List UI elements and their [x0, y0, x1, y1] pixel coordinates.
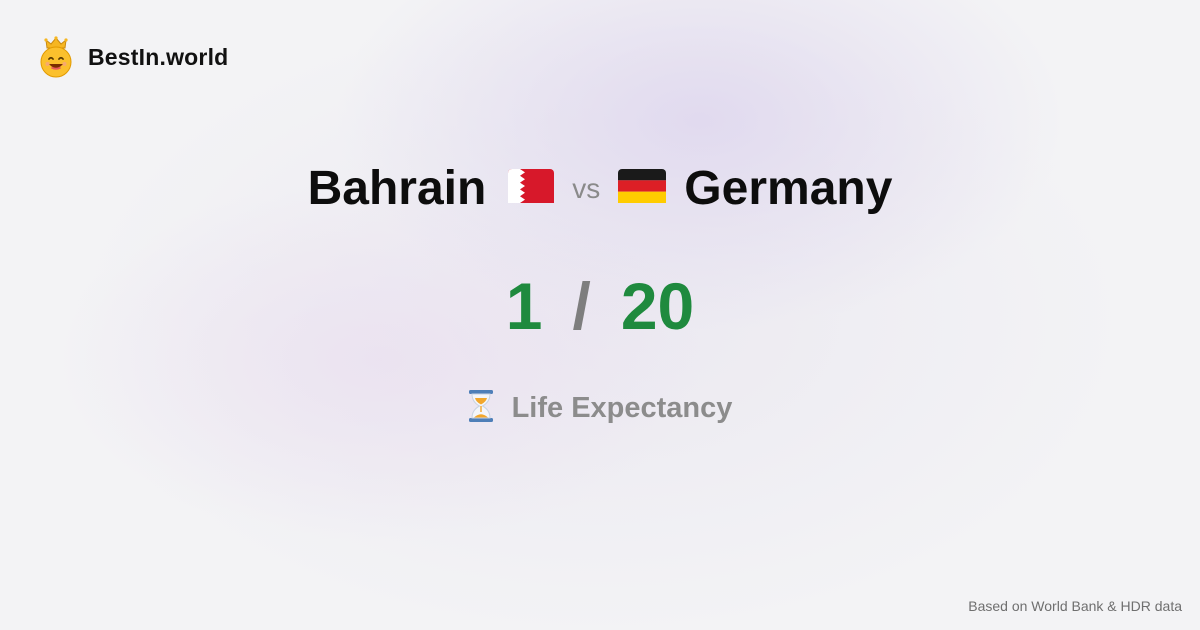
rank-b-value: 20	[620, 269, 695, 343]
crowned-smiley-icon	[38, 36, 74, 78]
country-b-name: Germany	[684, 161, 893, 215]
germany-flag-icon	[618, 168, 667, 208]
rank-comparison: 1 / 20	[0, 266, 1200, 346]
vs-label: vs	[572, 173, 601, 204]
country-matchup: Bahrain vs Germany	[0, 156, 1200, 220]
data-source-note: Based on World Bank & HDR data	[968, 598, 1182, 614]
country-a-name: Bahrain	[307, 161, 487, 215]
metric-label: Life Expectancy	[511, 391, 733, 424]
brand-header[interactable]: BestIn.world	[38, 36, 228, 78]
brand-name[interactable]: BestIn.world	[88, 44, 228, 71]
rank-separator: /	[572, 269, 591, 343]
metric-row: Life Expectancy	[0, 386, 1200, 430]
hourglass-icon	[468, 389, 494, 428]
rank-a-value: 1	[505, 269, 543, 343]
bahrain-flag-icon	[508, 168, 555, 208]
